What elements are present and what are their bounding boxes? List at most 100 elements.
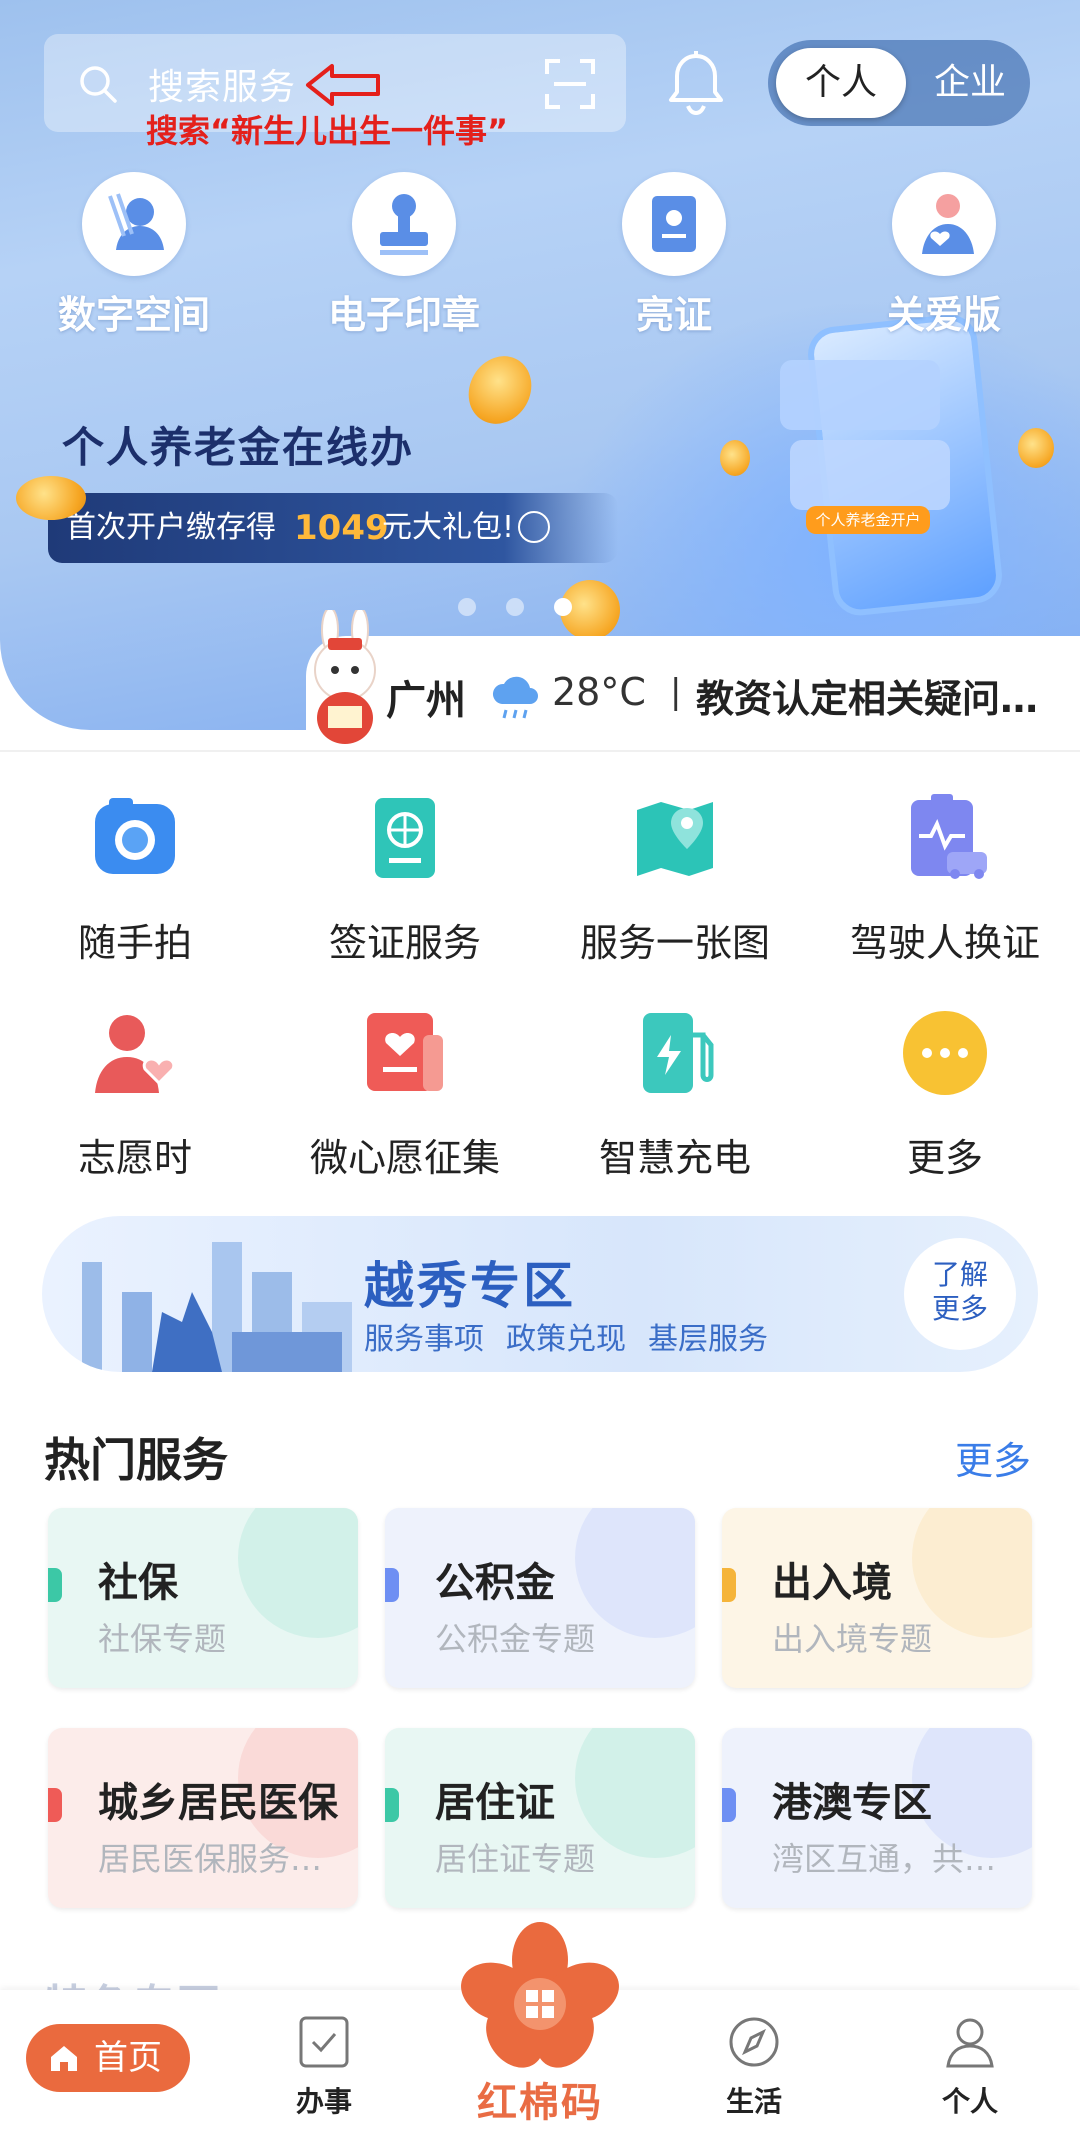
card-title: 公积金	[435, 1560, 555, 1606]
carousel-dot	[458, 598, 476, 616]
service-item-service-map[interactable]: 服务一张图	[540, 790, 810, 967]
weather-separator: |	[670, 672, 682, 712]
driver-license-icon	[911, 794, 987, 879]
card-accent-bar	[385, 1788, 399, 1822]
banner-text-2: 元大礼包!	[382, 510, 515, 545]
card-subtitle: 居民医保服务…	[98, 1840, 323, 1878]
chart-card-illustration	[780, 360, 940, 430]
zone-title: 越秀专区	[364, 1257, 576, 1315]
kapok-flower-icon	[461, 1922, 619, 2068]
quick-action-digital-space[interactable]: 数字空间	[34, 172, 234, 339]
camera-icon	[95, 798, 175, 874]
service-label: 微心愿征集	[309, 1136, 500, 1180]
banner-title[interactable]: 个人养老金在线办	[62, 414, 414, 475]
tab-me[interactable]: 个人	[910, 2014, 1030, 2120]
tab-home[interactable]: 首页	[26, 2024, 190, 2092]
toggle-enterprise[interactable]: 企业	[918, 48, 1022, 118]
tab-label: 办事	[295, 2085, 352, 2118]
banner-tag: 个人养老金开户	[806, 506, 930, 534]
rabbit-mascot-icon	[314, 610, 376, 744]
service-label: 更多	[906, 1136, 983, 1180]
person-icon	[946, 2018, 994, 2068]
account-type-toggle[interactable]: 个人 企业	[768, 40, 1030, 126]
quick-action-show-cert[interactable]: 亮证	[574, 172, 774, 339]
quick-action-label: 关爱版	[886, 293, 1001, 337]
city-skyline-icon	[82, 1242, 352, 1372]
more-line-1: 了解	[931, 1258, 988, 1291]
zone-sub-item: 基层服务	[648, 1322, 768, 1357]
digital-space-icon	[108, 193, 164, 250]
more-dots-icon	[903, 1011, 987, 1095]
news-ticker[interactable]: 教资认定相关疑问…	[696, 668, 1076, 723]
banner-amount: 1049	[294, 508, 389, 548]
service-item-visa[interactable]: 签证服务	[270, 790, 540, 967]
card-title: 居住证	[435, 1780, 555, 1826]
card-illustration	[790, 440, 950, 510]
card-accent-bar	[48, 1568, 62, 1602]
carousel-dot	[506, 598, 524, 616]
card-subtitle: 湾区互通，共…	[772, 1840, 997, 1878]
service-label: 随手拍	[77, 921, 192, 965]
card-title: 出入境	[772, 1560, 892, 1606]
banner-text-1: 首次开户缴存得	[66, 510, 276, 545]
quick-action-label: 数字空间	[57, 293, 210, 337]
quick-action-care-mode[interactable]: 关爱版	[844, 172, 1044, 339]
hot-card-residence-permit[interactable]: 居住证 居住证专题	[385, 1728, 695, 1908]
service-label: 智慧充电	[598, 1136, 751, 1180]
card-accent-bar	[722, 1788, 736, 1822]
volunteer-icon	[95, 1015, 176, 1093]
tab-life[interactable]: 生活	[694, 2014, 814, 2120]
card-subtitle: 社保专题	[98, 1620, 227, 1658]
hot-card-housing-fund[interactable]: 公积金 公积金专题	[385, 1508, 695, 1688]
bell-icon[interactable]	[666, 50, 726, 116]
more-line-2: 更多	[931, 1292, 988, 1325]
service-item-snapshot[interactable]: 随手拍	[0, 790, 270, 967]
service-item-micro-wish[interactable]: 微心愿征集	[270, 1005, 540, 1182]
quick-action-e-stamp[interactable]: 电子印章	[304, 172, 504, 339]
tab-services[interactable]: 办事	[264, 2014, 384, 2120]
compass-icon	[729, 2017, 779, 2067]
hot-card-resident-medical[interactable]: 城乡居民医保 居民医保服务…	[48, 1728, 358, 1908]
card-subtitle: 出入境专题	[772, 1620, 933, 1658]
service-item-smart-charging[interactable]: 智慧充电	[540, 1005, 810, 1182]
coin-icon	[720, 440, 750, 476]
weather-news-bar[interactable]: 广州 28°C | 教资认定相关疑问…	[306, 636, 1080, 750]
service-item-more[interactable]: 更多	[810, 1005, 1080, 1182]
care-icon	[922, 194, 974, 254]
tab-kapok-code[interactable]: 红棉码	[460, 1920, 620, 2151]
hot-card-social-security[interactable]: 社保 社保专题	[48, 1508, 358, 1688]
service-label: 服务一张图	[579, 921, 770, 965]
search-icon	[80, 66, 117, 103]
carousel-dot-active	[554, 598, 572, 616]
hot-services-more-link[interactable]: 更多	[955, 1430, 1031, 1485]
app-screen: 搜索服务 搜索“新生儿出生一件事” 个人 企业 数字空间 电子印章 亮证 关爱版…	[0, 0, 1080, 2151]
hot-services-title: 热门服务	[44, 1433, 228, 1487]
yuexiu-zone-banner[interactable]: 越秀专区 服务事项 政策兑现 基层服务 了解 更多	[42, 1216, 1038, 1372]
zone-sub-item: 服务事项	[364, 1322, 484, 1357]
toggle-personal[interactable]: 个人	[776, 48, 906, 118]
card-accent-bar	[48, 1788, 62, 1822]
service-item-driver-license[interactable]: 驾驶人换证	[810, 790, 1080, 967]
hot-card-exit-entry[interactable]: 出入境 出入境专题	[722, 1508, 1032, 1688]
passport-icon	[375, 798, 435, 878]
stamp-icon	[380, 194, 428, 255]
service-item-volunteer[interactable]: 志愿时	[0, 1005, 270, 1182]
hot-card-hk-macao[interactable]: 港澳专区 湾区互通，共…	[722, 1728, 1032, 1908]
tab-home-label: 首页	[94, 2038, 162, 2078]
zone-sub-item: 政策兑现	[506, 1322, 626, 1357]
banner-promo-pill[interactable]: 首次开户缴存得 1049 元大礼包!	[48, 493, 618, 563]
coin-icon	[16, 476, 86, 520]
card-title: 社保	[98, 1560, 178, 1606]
quick-action-label: 亮证	[635, 293, 712, 337]
rain-cloud-icon	[492, 676, 538, 719]
checklist-icon	[299, 2016, 349, 2068]
carousel-dots	[458, 598, 602, 620]
card-accent-bar	[385, 1568, 399, 1602]
scan-icon[interactable]	[544, 58, 596, 110]
zone-learn-more-button[interactable]: 了解 更多	[904, 1238, 1016, 1350]
annotation-arrow-icon	[306, 64, 380, 106]
service-label: 志愿时	[77, 1136, 192, 1180]
search-annotation: 搜索“新生儿出生一件事”	[146, 112, 509, 150]
card-subtitle: 公积金专题	[435, 1620, 596, 1658]
card-title: 城乡居民医保	[98, 1780, 338, 1826]
